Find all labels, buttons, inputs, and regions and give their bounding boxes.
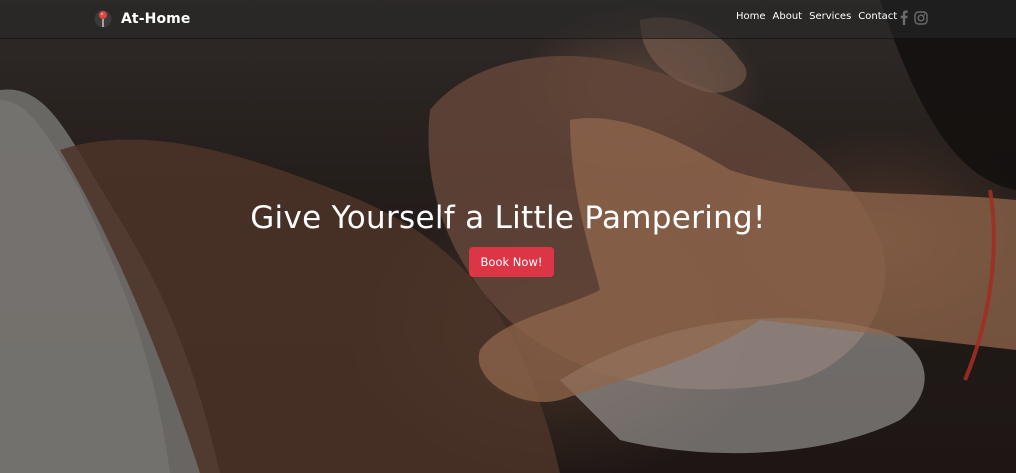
hero-headline: Give Yourself a Little Pampering! xyxy=(250,200,766,236)
hero-dark-overlay xyxy=(0,0,1016,473)
brand-name: At-Home xyxy=(121,11,191,27)
nav-contact[interactable]: Contact xyxy=(858,11,897,22)
nav-services[interactable]: Services xyxy=(809,11,851,22)
spa-pin-icon xyxy=(94,10,112,28)
facebook-icon[interactable] xyxy=(900,10,908,25)
main-nav: Home About Services Contact xyxy=(736,11,897,22)
nav-about[interactable]: About xyxy=(773,11,803,22)
social-links xyxy=(900,10,928,25)
top-navbar: At-Home Home About Services Contact xyxy=(0,0,1016,39)
nav-home[interactable]: Home xyxy=(736,11,766,22)
instagram-icon[interactable] xyxy=(914,10,928,25)
book-now-button[interactable]: Book Now! xyxy=(469,247,554,277)
hero-section xyxy=(0,0,1016,473)
brand-link[interactable]: At-Home xyxy=(94,7,190,31)
